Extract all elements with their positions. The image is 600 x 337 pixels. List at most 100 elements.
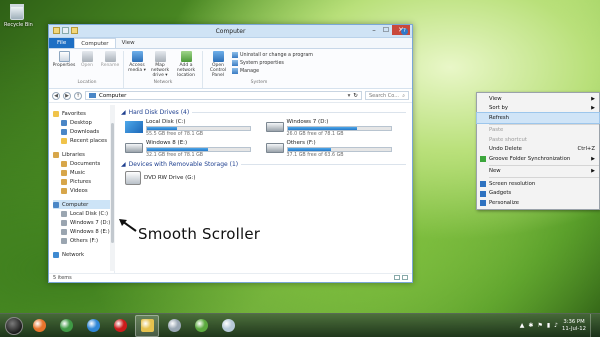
taskbar-app-6-button[interactable] xyxy=(162,315,186,337)
open-control-panel-button[interactable]: Open Control Panel xyxy=(205,51,231,80)
nav-network[interactable]: Network xyxy=(53,250,114,259)
drive-name: Others (F:) xyxy=(286,140,316,146)
recycle-bin-desktop-icon[interactable]: Recycle Bin xyxy=(4,4,33,28)
group-label-location: Location xyxy=(77,80,97,85)
nav-documents[interactable]: Documents xyxy=(53,159,114,168)
taskbar-opera-button[interactable] xyxy=(108,315,132,337)
title-bar[interactable]: Computer – ☐ ✕ xyxy=(49,25,412,38)
menu-item-new[interactable]: New ▶ xyxy=(477,167,599,177)
nav-desktop[interactable]: Desktop xyxy=(53,118,114,127)
recycle-bin-label: Recycle Bin xyxy=(4,22,33,28)
drive-item[interactable]: Local Disk (C:) 55.5 GB free of 78.1 GB xyxy=(125,119,266,137)
rename-button[interactable]: Rename xyxy=(99,51,121,80)
nav-favorites[interactable]: Favorites xyxy=(53,109,114,118)
manage-button[interactable]: Manage xyxy=(232,68,313,74)
drive-usage-bar xyxy=(146,147,251,152)
address-input[interactable]: Computer ▾ ↻ xyxy=(85,91,362,100)
taskbar-app-7-button[interactable] xyxy=(189,315,213,337)
access-media-button[interactable]: Access media ▾ xyxy=(126,51,148,80)
menu-item-refresh[interactable]: Refresh xyxy=(476,112,600,124)
search-input[interactable]: Search Co... ⌕ xyxy=(365,91,409,100)
ribbon-group-location: Properties Open Rename Location xyxy=(51,51,124,88)
drive-icon xyxy=(61,228,67,235)
nav-windows8-e[interactable]: Windows 8 (E:) xyxy=(53,227,114,236)
drive-name: Windows 8 (E:) xyxy=(146,140,188,146)
tab-computer[interactable]: Computer xyxy=(74,38,116,48)
tab-view[interactable]: View xyxy=(116,38,141,48)
drive-item[interactable]: Windows 7 (D:) 26.0 GB free of 78.1 GB xyxy=(265,119,407,137)
dvd-drive-item[interactable]: DVD RW Drive (G:) xyxy=(121,171,406,185)
address-dropdown-icon[interactable]: ▾ xyxy=(348,93,351,99)
pictures-icon xyxy=(61,178,67,185)
menu-separator xyxy=(489,164,599,166)
tab-file[interactable]: File xyxy=(49,38,75,48)
system-properties-button[interactable]: System properties xyxy=(232,60,313,66)
nav-local-disk-c[interactable]: Local Disk (C:) xyxy=(53,209,114,218)
help-icon[interactable]: ? xyxy=(401,28,408,35)
nav-others-f[interactable]: Others (F:) xyxy=(53,236,114,245)
drive-icon xyxy=(61,210,67,217)
nav-videos[interactable]: Videos xyxy=(53,186,114,195)
menu-item-paste[interactable]: Paste xyxy=(477,126,599,136)
back-button[interactable]: ◀ xyxy=(52,91,60,100)
submenu-arrow-icon: ▶ xyxy=(591,95,595,102)
drive-name: Local Disk (C:) xyxy=(146,119,186,125)
network-tray-icon[interactable]: ▮ xyxy=(547,322,550,329)
navigation-pane: Favorites Desktop Downloads Recent place… xyxy=(49,105,115,273)
menu-item-personalize[interactable]: Personalize xyxy=(477,198,599,208)
maximize-button[interactable]: ☐ xyxy=(380,25,392,35)
drive-item[interactable]: Windows 8 (E:) 32.1 GB free of 78.1 GB xyxy=(125,140,266,158)
add-network-location-label: Add a network location xyxy=(176,63,196,78)
taskbar-internet-explorer-button[interactable] xyxy=(81,315,105,337)
forward-button[interactable]: ▶ xyxy=(63,91,71,100)
details-view-icon[interactable] xyxy=(394,275,400,280)
menu-item-gadgets[interactable]: Gadgets xyxy=(477,189,599,199)
taskbar-firefox-button[interactable] xyxy=(27,315,51,337)
nav-music[interactable]: Music xyxy=(53,168,114,177)
minimize-button[interactable]: – xyxy=(368,25,380,35)
group-header-removable[interactable]: ◢ Devices with Removable Storage (1) xyxy=(121,161,406,168)
add-network-location-button[interactable]: Add a network location xyxy=(172,51,200,80)
explorer-icon xyxy=(140,319,154,332)
map-network-drive-button[interactable]: Map network drive ▾ xyxy=(149,51,171,80)
uninstall-program-button[interactable]: Uninstall or change a program xyxy=(232,52,313,58)
show-desktop-button[interactable] xyxy=(590,313,596,337)
taskbar-chrome-button[interactable] xyxy=(54,315,78,337)
menu-item-screen-resolution[interactable]: Screen resolution xyxy=(477,179,599,189)
system-small-buttons: Uninstall or change a program System pro… xyxy=(232,51,313,80)
nav-computer[interactable]: Computer xyxy=(53,200,114,209)
menu-item-sort-by[interactable]: Sort by ▶ xyxy=(477,104,599,114)
up-button[interactable]: ↑ xyxy=(74,91,82,100)
tray-arrow-icon[interactable]: ▲ xyxy=(520,322,525,329)
start-button[interactable] xyxy=(5,316,23,335)
app-7-icon xyxy=(194,319,208,332)
drive-usage-bar xyxy=(286,147,392,152)
computer-icon xyxy=(89,93,96,98)
menu-item-paste-shortcut[interactable]: Paste shortcut xyxy=(477,135,599,145)
nav-recent-places[interactable]: Recent places xyxy=(53,136,114,145)
menu-item-groove-folder-synchronization[interactable]: Groove Folder Synchronization ▶ xyxy=(477,154,599,164)
clock-time: 3:36 PM xyxy=(563,318,585,325)
open-control-panel-label: Open Control Panel xyxy=(209,63,227,78)
nav-downloads[interactable]: Downloads xyxy=(53,127,114,136)
refresh-icon[interactable]: ↻ xyxy=(353,93,358,99)
volume-icon[interactable]: ♪ xyxy=(554,322,558,329)
taskbar-explorer-button[interactable] xyxy=(135,314,159,337)
menu-item-view[interactable]: View ▶ xyxy=(477,94,599,104)
open-button[interactable]: Open xyxy=(76,51,98,80)
groove-icon xyxy=(480,156,486,162)
nav-pictures[interactable]: Pictures xyxy=(53,177,114,186)
group-header-hdd[interactable]: ◢ Hard Disk Drives (4) xyxy=(121,109,406,116)
menu-item-undo-delete[interactable]: Undo Delete Ctrl+Z xyxy=(477,145,599,155)
clock[interactable]: 3:36 PM 11-Jul-12 xyxy=(562,319,586,333)
nav-libraries[interactable]: Libraries xyxy=(53,150,114,159)
bluetooth-icon[interactable]: ✱ xyxy=(528,322,533,329)
nav-windows7-d[interactable]: Windows 7 (D:) xyxy=(53,218,114,227)
nav-scrollbar-thumb[interactable] xyxy=(111,123,114,243)
tiles-view-icon[interactable] xyxy=(402,275,408,280)
properties-button[interactable]: Properties xyxy=(53,51,75,80)
taskbar-app-8-button[interactable] xyxy=(216,315,240,337)
flag-icon[interactable]: ⚑ xyxy=(537,322,542,329)
drive-item[interactable]: Others (F:) 37.1 GB free of 63.6 GB xyxy=(265,140,407,158)
file-view: ◢ Hard Disk Drives (4) Local Disk (C:) 55… xyxy=(115,105,412,273)
